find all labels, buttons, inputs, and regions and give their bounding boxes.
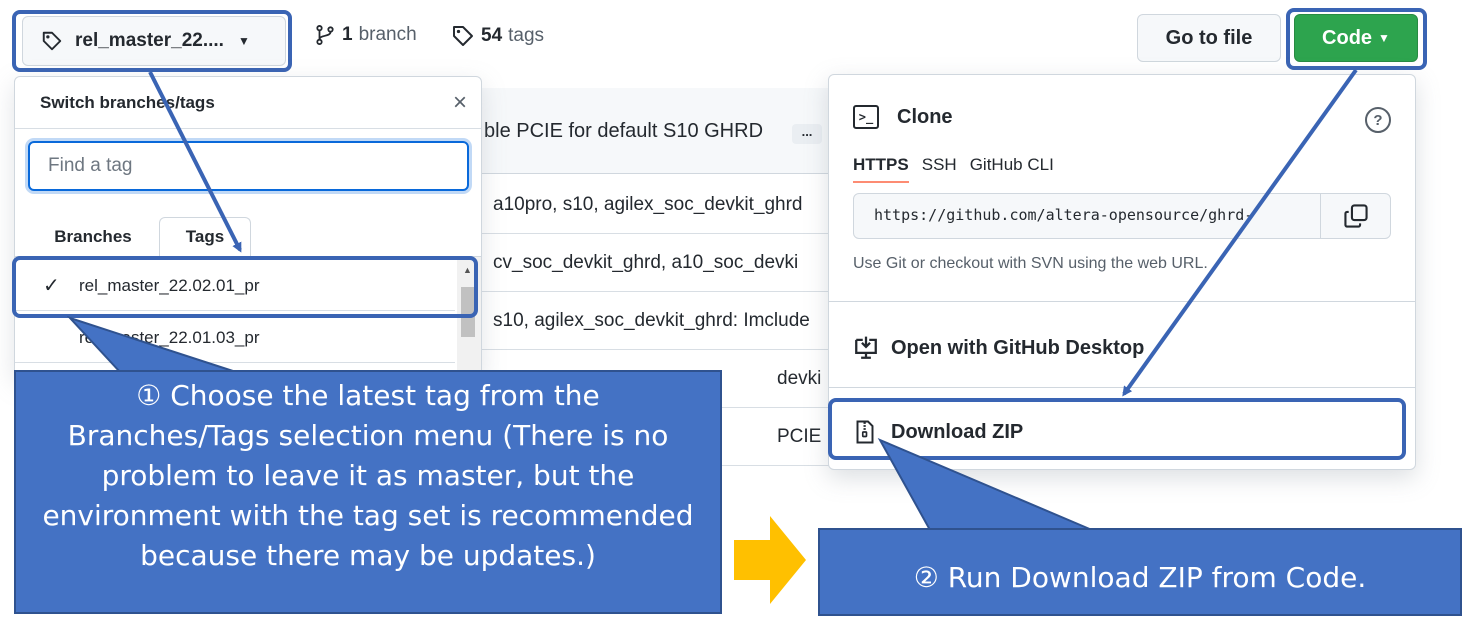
arrow-to-download xyxy=(1122,68,1358,397)
step1-callout: ① Choose the latest tag from the Branche… xyxy=(14,370,722,614)
arrow-to-tag xyxy=(148,71,242,253)
step2-callout: ② Run Download ZIP from Code. xyxy=(818,528,1462,616)
callout2-pointer xyxy=(877,437,1093,531)
callout1-pointer xyxy=(66,315,237,373)
orange-arrow-icon xyxy=(734,516,806,604)
